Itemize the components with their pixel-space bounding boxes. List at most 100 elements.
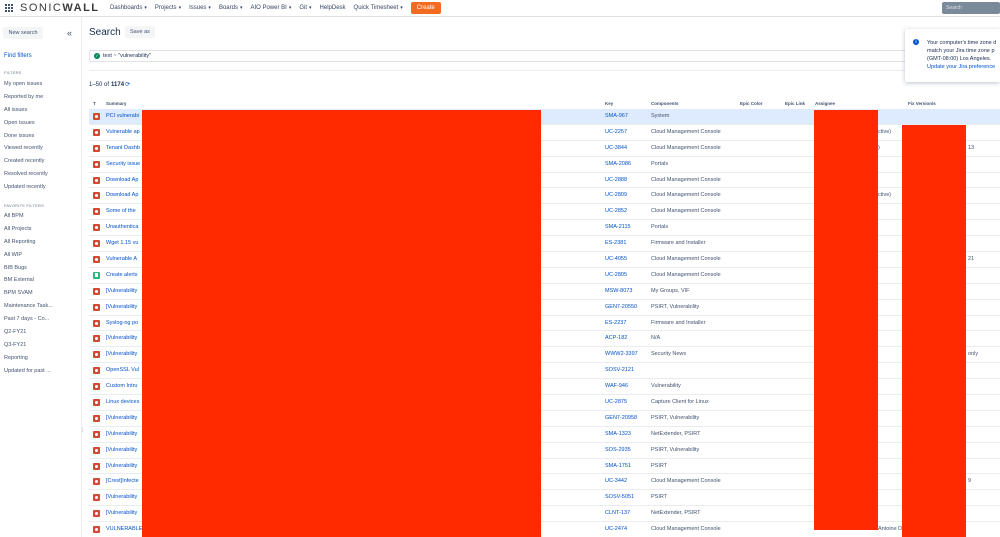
sidebar-filter-item[interactable]: Open issues: [4, 117, 48, 130]
issue-key-link[interactable]: SMA-2115: [605, 224, 631, 230]
issue-key-link[interactable]: UC-2852: [605, 208, 627, 214]
issue-key-link[interactable]: UC-2257: [605, 129, 627, 135]
global-search-input[interactable]: Search: [942, 2, 1000, 14]
menu-item-helpdesk[interactable]: HelpDesk: [320, 5, 346, 11]
update-preferences-link[interactable]: Update your Jira preference: [927, 63, 1000, 71]
issue-summary-link[interactable]: Vulnerable A: [106, 256, 144, 262]
issue-summary-link[interactable]: [Vulnerability: [106, 304, 144, 310]
issue-summary-link[interactable]: [Vulnerability: [106, 335, 144, 341]
sidebar-favorite-item[interactable]: BIB Bugs: [4, 262, 53, 275]
issue-key-link[interactable]: SOS-2935: [605, 447, 631, 453]
issue-summary-link[interactable]: Tenant Dashb: [106, 145, 144, 151]
issue-summary-link[interactable]: [Vulnerability: [106, 415, 144, 421]
issue-key-link[interactable]: ES-2237: [605, 320, 626, 326]
refresh-icon[interactable]: ⟳: [125, 81, 130, 88]
jql-query-input[interactable]: ✓ text ~ "vulnerability": [89, 50, 1000, 62]
issue-summary-link[interactable]: PCI vulnerabi: [106, 113, 144, 119]
issue-summary-link[interactable]: Unauthentica: [106, 224, 144, 230]
issue-key-link[interactable]: UC-3844: [605, 145, 627, 151]
issue-summary-link[interactable]: [Vulnerability: [106, 494, 144, 500]
issue-key-link[interactable]: CLNT-137: [605, 510, 630, 516]
issue-key-link[interactable]: UC-2875: [605, 399, 627, 405]
issue-summary-link[interactable]: Download Ap: [106, 192, 144, 198]
issue-summary-link[interactable]: [Vulnerability: [106, 431, 144, 437]
sidebar-favorite-item[interactable]: Reporting: [4, 352, 53, 365]
sidebar-filter-item[interactable]: Reported by me: [4, 91, 48, 104]
issue-key-link[interactable]: UC-3442: [605, 478, 627, 484]
menu-item-dashboards[interactable]: Dashboards ▾: [110, 5, 147, 11]
save-as-button[interactable]: Save as: [125, 26, 155, 38]
issue-key-link[interactable]: UC-2805: [605, 272, 627, 278]
issue-key-link[interactable]: WWW2-3397: [605, 351, 638, 357]
issue-summary-link[interactable]: [Vulnerability: [106, 288, 144, 294]
sidebar-favorite-item[interactable]: Past 7 days - Co...: [4, 313, 53, 326]
issue-summary-link[interactable]: [Crest]Infecte: [106, 478, 144, 484]
column-header-epic-link[interactable]: Epic Link: [785, 101, 805, 106]
issue-key-link[interactable]: UC-2809: [605, 192, 627, 198]
issue-key-link[interactable]: UC-2474: [605, 526, 627, 532]
sidebar-filter-item[interactable]: Created recently: [4, 155, 48, 168]
sidebar-favorite-item[interactable]: BM External: [4, 274, 53, 287]
issue-key-link[interactable]: WAF-946: [605, 383, 628, 389]
column-header-summary[interactable]: Summary: [106, 101, 127, 106]
column-header-epic-color[interactable]: Epic Color: [740, 101, 763, 106]
issue-key-link[interactable]: UC-2888: [605, 177, 627, 183]
menu-item-aio-power-bi[interactable]: AIO Power BI ▾: [250, 5, 291, 11]
column-header-assignee[interactable]: Assignee: [815, 101, 835, 106]
sidebar-favorite-item[interactable]: Maintenance Task...: [4, 300, 53, 313]
issue-key-link[interactable]: SMA-2086: [605, 161, 631, 167]
issue-key-link[interactable]: SMA-1323: [605, 431, 631, 437]
issue-key-link[interactable]: ES-2381: [605, 240, 626, 246]
sidebar-favorite-item[interactable]: All WIP: [4, 249, 53, 262]
app-switcher-icon[interactable]: [2, 0, 16, 17]
sidebar-favorite-item[interactable]: Q3-FY21: [4, 339, 53, 352]
collapse-sidebar-icon[interactable]: «: [67, 28, 72, 38]
issue-summary-link[interactable]: OpenSSL Vul: [106, 367, 144, 373]
issue-key-link[interactable]: GEN7-20958: [605, 415, 637, 421]
find-filters-link[interactable]: Find filters: [4, 53, 32, 59]
sidebar-favorite-item[interactable]: Q2-FY21: [4, 326, 53, 339]
column-header-fix-versions[interactable]: Fix Version/s: [908, 101, 936, 106]
sidebar-filter-item[interactable]: My open issues: [4, 78, 48, 91]
new-search-button[interactable]: New search: [3, 27, 43, 39]
menu-item-quick-timesheet[interactable]: Quick Timesheet ▾: [354, 5, 403, 11]
issue-summary-link[interactable]: Create alerts: [106, 272, 144, 278]
issue-key-link[interactable]: SOSV-2121: [605, 367, 634, 373]
issue-summary-link[interactable]: [Vulnerability: [106, 447, 144, 453]
issue-summary-link[interactable]: VULNERABLE: [106, 526, 144, 532]
sidebar-filter-item[interactable]: Updated recently: [4, 181, 48, 194]
issue-key-link[interactable]: ACP-182: [605, 335, 627, 341]
issue-summary-link[interactable]: Custom Intru: [106, 383, 144, 389]
issue-key-link[interactable]: MSW-8073: [605, 288, 632, 294]
menu-item-issues[interactable]: Issues ▾: [189, 5, 211, 11]
issue-summary-link[interactable]: Some of the: [106, 208, 144, 214]
issue-key-link[interactable]: SOSV-5051: [605, 494, 634, 500]
issue-key-link[interactable]: SMA-967: [605, 113, 628, 119]
sidebar-favorite-item[interactable]: All Reporting: [4, 236, 53, 249]
issue-summary-link[interactable]: [Vulnerability: [106, 463, 144, 469]
issue-key-link[interactable]: GEN7-20550: [605, 304, 637, 310]
issue-summary-link[interactable]: Security issue: [106, 161, 144, 167]
sidebar-filter-item[interactable]: Viewed recently: [4, 142, 48, 155]
issue-summary-link[interactable]: Vulnerable ap: [106, 129, 144, 135]
menu-item-boards[interactable]: Boards ▾: [219, 5, 243, 11]
sidebar-filter-item[interactable]: Resolved recently: [4, 168, 48, 181]
column-header-components[interactable]: Components: [651, 101, 679, 106]
issue-summary-link[interactable]: Download Ap: [106, 177, 144, 183]
sidebar-favorite-item[interactable]: Updated for past ...: [4, 365, 53, 378]
menu-item-git[interactable]: Git ▾: [299, 5, 311, 11]
issue-summary-link[interactable]: [Vulnerability: [106, 510, 144, 516]
sidebar-favorite-item[interactable]: All Projects: [4, 223, 53, 236]
issue-summary-link[interactable]: Syslog-ng po: [106, 320, 144, 326]
sidebar-favorite-item[interactable]: BPM SVAM: [4, 287, 53, 300]
create-button[interactable]: Create: [410, 2, 441, 14]
sonicwall-logo[interactable]: SONICWALL: [20, 2, 104, 14]
issue-summary-link[interactable]: [Vulnerability: [106, 351, 144, 357]
sidebar-favorite-item[interactable]: All BPM: [4, 210, 53, 223]
issue-summary-link[interactable]: Linux devices: [106, 399, 144, 405]
sidebar-filter-item[interactable]: All issues: [4, 104, 48, 117]
menu-item-projects[interactable]: Projects ▾: [155, 5, 181, 11]
column-header-key[interactable]: Key: [605, 101, 613, 106]
sidebar-filter-item[interactable]: Done issues: [4, 130, 48, 143]
issue-summary-link[interactable]: Wget 1.15 vu: [106, 240, 144, 246]
